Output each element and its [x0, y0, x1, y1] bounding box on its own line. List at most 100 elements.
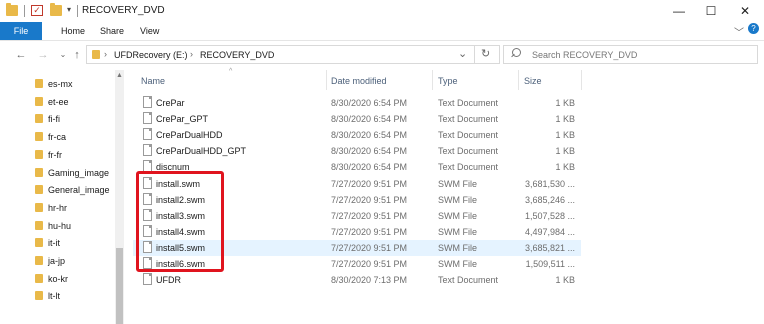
nav-item-fr-fr[interactable]: fr-fr — [48, 147, 62, 164]
forward-arrow-icon[interactable]: → — [36, 48, 50, 62]
folder-icon — [35, 256, 43, 265]
folder-icon — [35, 273, 43, 283]
folder-icon — [35, 185, 43, 195]
folder-icon — [35, 96, 43, 106]
file-type: SWM File — [438, 242, 477, 253]
window-title: RECOVERY_DVD — [82, 5, 165, 16]
file-size: 4,497,984 ... — [524, 226, 575, 237]
up-arrow-icon[interactable]: ↑ — [70, 48, 84, 62]
file-date: 8/30/2020 6:54 PM — [331, 146, 408, 157]
folder-icon — [35, 220, 43, 230]
properties-icon[interactable]: ✓ — [31, 5, 43, 16]
tab-view[interactable]: View — [133, 22, 166, 40]
folder-icon — [35, 202, 43, 212]
folder-icon — [35, 132, 43, 142]
folder-icon — [35, 291, 43, 301]
column-divider[interactable] — [432, 70, 433, 90]
file-name: CrePar_GPT — [156, 114, 209, 125]
folder-icon — [92, 50, 100, 59]
file-type: Text Document — [438, 114, 499, 125]
file-date: 7/27/2020 9:51 PM — [331, 242, 408, 253]
nav-scrollbar-thumb[interactable] — [116, 248, 123, 324]
file-size: 1 KB — [555, 114, 575, 125]
file-row[interactable]: UFDR 8/30/2020 7:13 PM Text Document 1 KB — [133, 272, 581, 288]
customize-toolbar-icon[interactable]: ▾ — [67, 5, 71, 14]
recent-locations-icon[interactable]: ⌄ — [56, 48, 70, 62]
file-date: 8/30/2020 6:54 PM — [331, 98, 408, 108]
file-row[interactable]: CreParDualHDD_GPT 8/30/2020 6:54 PM Text D… — [133, 143, 581, 159]
folder-icon — [6, 3, 18, 16]
column-divider[interactable] — [326, 70, 327, 90]
file-date: 8/30/2020 6:54 PM — [331, 114, 408, 125]
file-row[interactable]: CrePar_GPT 8/30/2020 6:54 PM Text Document… — [133, 111, 581, 127]
breadcrumb-folder[interactable]: RECOVERY_DVD — [200, 50, 274, 60]
nav-item-it-it[interactable]: it-it — [48, 235, 60, 252]
nav-item-gaming-image[interactable]: Gaming_image — [48, 165, 109, 182]
file-icon — [143, 96, 152, 108]
file-type: Text Document — [438, 98, 499, 108]
column-header-type[interactable]: Type — [438, 76, 458, 86]
nav-item-es-mx[interactable]: es-mx — [48, 76, 73, 93]
breadcrumb-separator: › — [104, 49, 107, 59]
file-name: CreParDualHDD — [156, 130, 223, 141]
file-size: 1 KB — [555, 162, 575, 173]
file-date: 8/30/2020 7:13 PM — [331, 275, 408, 286]
tab-home[interactable]: Home — [54, 22, 92, 40]
maximize-button[interactable]: ☐ — [694, 0, 728, 22]
file-type: Text Document — [438, 162, 499, 173]
file-type: Text Document — [438, 130, 499, 141]
sort-up-icon: ^ — [229, 68, 233, 75]
file-name: CreParDualHDD_GPT — [156, 146, 247, 157]
file-row[interactable]: CrePar 8/30/2020 6:54 PM Text Document 1 KB — [133, 95, 581, 111]
nav-item-et-ee[interactable]: et-ee — [48, 94, 69, 111]
divider — [77, 5, 78, 17]
file-name: CrePar — [156, 98, 185, 108]
nav-item-hr-hr[interactable]: hr-hr — [48, 200, 67, 217]
column-header-date[interactable]: Date modified — [331, 76, 387, 86]
address-dropdown-icon[interactable]: ⌄ — [458, 47, 467, 60]
column-divider[interactable] — [518, 70, 519, 90]
breadcrumb-separator: › — [190, 49, 193, 59]
folder-icon — [35, 167, 43, 177]
nav-item-ko-kr[interactable]: ko-kr — [48, 271, 68, 288]
column-header-size[interactable]: Size — [524, 76, 542, 86]
file-size: 1 KB — [555, 275, 575, 286]
back-arrow-icon[interactable]: ← — [14, 48, 28, 62]
nav-item-ja-jp[interactable]: ja-jp — [48, 253, 65, 270]
column-divider[interactable] — [581, 70, 582, 90]
file-name: UFDR — [156, 275, 181, 286]
expand-ribbon-icon[interactable]: ﹀ — [734, 24, 744, 39]
file-size: 1,507,528 ... — [524, 210, 575, 221]
file-type: Text Document — [438, 275, 499, 286]
minimize-button[interactable]: — — [662, 0, 696, 22]
divider — [474, 45, 475, 64]
nav-item-lt-lt[interactable]: lt-lt — [48, 288, 60, 305]
nav-item-hu-hu[interactable]: hu-hu — [48, 218, 71, 235]
tab-share[interactable]: Share — [93, 22, 131, 40]
file-type: SWM File — [438, 259, 477, 269]
nav-item-fr-ca[interactable]: fr-ca — [48, 129, 66, 146]
column-header-name[interactable]: Name — [141, 76, 165, 86]
file-type: Text Document — [438, 146, 499, 157]
file-icon — [143, 128, 152, 141]
file-icon — [143, 112, 152, 125]
new-folder-icon[interactable] — [50, 3, 62, 16]
nav-item-fi-fi[interactable]: fi-fi — [48, 111, 60, 128]
tab-file[interactable]: File — [0, 22, 42, 40]
divider — [24, 5, 25, 17]
help-icon[interactable]: ? — [748, 23, 759, 34]
close-button[interactable]: ✕ — [728, 0, 762, 22]
file-type: SWM File — [438, 226, 477, 237]
file-row[interactable]: CreParDualHDD 8/30/2020 6:54 PM Text Docum… — [133, 127, 581, 143]
scroll-up-icon[interactable]: ▲ — [116, 72, 123, 79]
highlight-box — [136, 171, 224, 272]
breadcrumb-drive[interactable]: UFDRecovery (E:) — [114, 50, 188, 60]
file-type: SWM File — [438, 194, 477, 205]
search-input[interactable]: Search RECOVERY_DVD — [532, 50, 637, 60]
folder-icon — [35, 79, 43, 88]
file-date: 8/30/2020 6:54 PM — [331, 130, 408, 141]
folder-icon — [35, 114, 43, 124]
file-date: 7/27/2020 9:51 PM — [331, 178, 408, 189]
nav-item-general-image[interactable]: General_image — [48, 182, 110, 199]
refresh-icon[interactable]: ↻ — [481, 47, 490, 60]
